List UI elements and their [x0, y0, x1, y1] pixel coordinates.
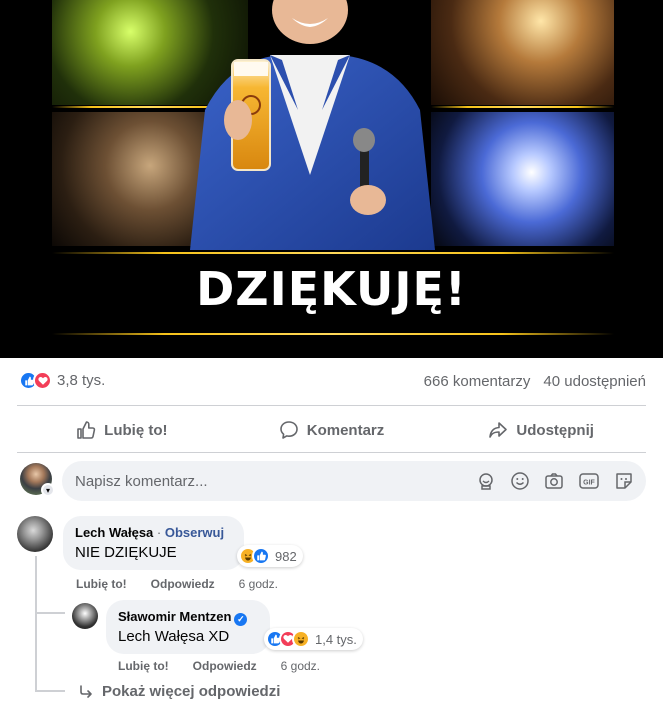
comment-author-name[interactable]: Lech Wałęsa [75, 525, 153, 540]
share-button[interactable]: Udostępnij [436, 410, 646, 450]
commenter-avatar[interactable] [17, 516, 53, 552]
comment-reply-link[interactable]: Odpowiedz [151, 577, 215, 591]
thread-line [35, 690, 65, 692]
chevron-down-icon[interactable]: ▾ [41, 483, 55, 497]
svg-text:GIF: GIF [583, 480, 595, 487]
reply-reaction-count: 1,4 tys. [315, 631, 357, 647]
concert-photo-top-right [431, 0, 614, 105]
comment-text: NIE DZIĘKUJE [75, 544, 177, 561]
comment-reactions[interactable]: 982 [237, 545, 303, 567]
reply-text: Lech Wałęsa XD [118, 628, 230, 645]
thread-line [35, 556, 37, 692]
follow-link[interactable]: Obserwuj [165, 525, 224, 540]
haha-reaction-icon [292, 630, 310, 648]
speech-bubble-icon [279, 421, 298, 439]
reply-arrow-icon [80, 684, 92, 698]
reply-timestamp[interactable]: 6 godz. [281, 659, 320, 673]
reply-reactions[interactable]: 1,4 tys. [264, 628, 363, 650]
like-button-label: Lubię to! [104, 421, 168, 439]
verified-badge-icon: ✓ [234, 613, 248, 626]
gif-icon[interactable]: GIF [578, 471, 600, 491]
post-image[interactable]: DZIĘKUJĘ! [0, 0, 663, 358]
comment-bubble: Lech Wałęsa · Obserwuj NIE DZIĘKUJE [63, 516, 244, 570]
reply-bubble: Sławomir Mentzen ✓ Lech Wałęsa XD [106, 600, 270, 654]
show-more-replies-label: Pokaż więcej odpowiedzi [102, 683, 281, 700]
sticker-icon[interactable] [614, 471, 634, 491]
thumbs-up-icon [77, 421, 96, 439]
like-reaction-icon [252, 547, 270, 565]
comment-timestamp[interactable]: 6 godz. [239, 577, 278, 591]
comment-like-link[interactable]: Lubię to! [76, 577, 127, 591]
shares-count-link[interactable]: 40 udostępnień [543, 373, 646, 390]
comment-button-label: Komentarz [306, 421, 385, 439]
gold-frame-line [52, 252, 614, 254]
comment-button[interactable]: Komentarz [227, 410, 437, 450]
concert-photo-bottom-right [431, 112, 614, 246]
post-action-bar: Lubię to! Komentarz Udostępnij [17, 410, 646, 450]
reply-author-avatar[interactable] [72, 603, 98, 629]
post-image-headline: DZIĘKUJĘ! [196, 262, 467, 316]
divider [17, 405, 646, 406]
like-button[interactable]: Lubię to! [17, 410, 227, 450]
comment-composer: ▾ Napisz komentarz... GIF [17, 461, 646, 503]
camera-icon[interactable] [544, 471, 564, 491]
comment-input-placeholder: Napisz komentarz... [75, 472, 208, 490]
reply-like-link[interactable]: Lubię to! [118, 659, 169, 673]
reply-reply-link[interactable]: Odpowiedz [193, 659, 257, 673]
gold-frame-line [52, 333, 614, 335]
share-arrow-icon [489, 422, 508, 438]
comment-reaction-count: 982 [275, 548, 297, 564]
divider [17, 452, 646, 453]
share-button-label: Udostępnij [516, 421, 594, 439]
reply-author-name[interactable]: Sławomir Mentzen [118, 609, 231, 624]
reaction-count[interactable]: 3,8 tys. [57, 372, 105, 389]
comment-meta: Lubię to! Odpowiedz 6 godz. [76, 577, 278, 591]
reactions-summary[interactable]: 3,8 tys. [19, 371, 105, 390]
speaker-with-beer-illustration [190, 0, 435, 250]
thread-line [35, 612, 65, 614]
emoji-icon[interactable] [510, 471, 530, 491]
gold-frame-line [431, 106, 614, 108]
comments-count-link[interactable]: 666 komentarzy [424, 373, 531, 390]
love-reaction-icon [33, 371, 52, 390]
reply-meta: Lubię to! Odpowiedz 6 godz. [118, 659, 320, 673]
avatar-sticker-icon[interactable] [476, 471, 496, 491]
show-more-replies-button[interactable]: Pokaż więcej odpowiedzi [78, 683, 280, 700]
comment-input[interactable]: Napisz komentarz... GIF [62, 461, 646, 501]
post-stats: 3,8 tys. 666 komentarzy 40 udostępnień [0, 366, 663, 398]
